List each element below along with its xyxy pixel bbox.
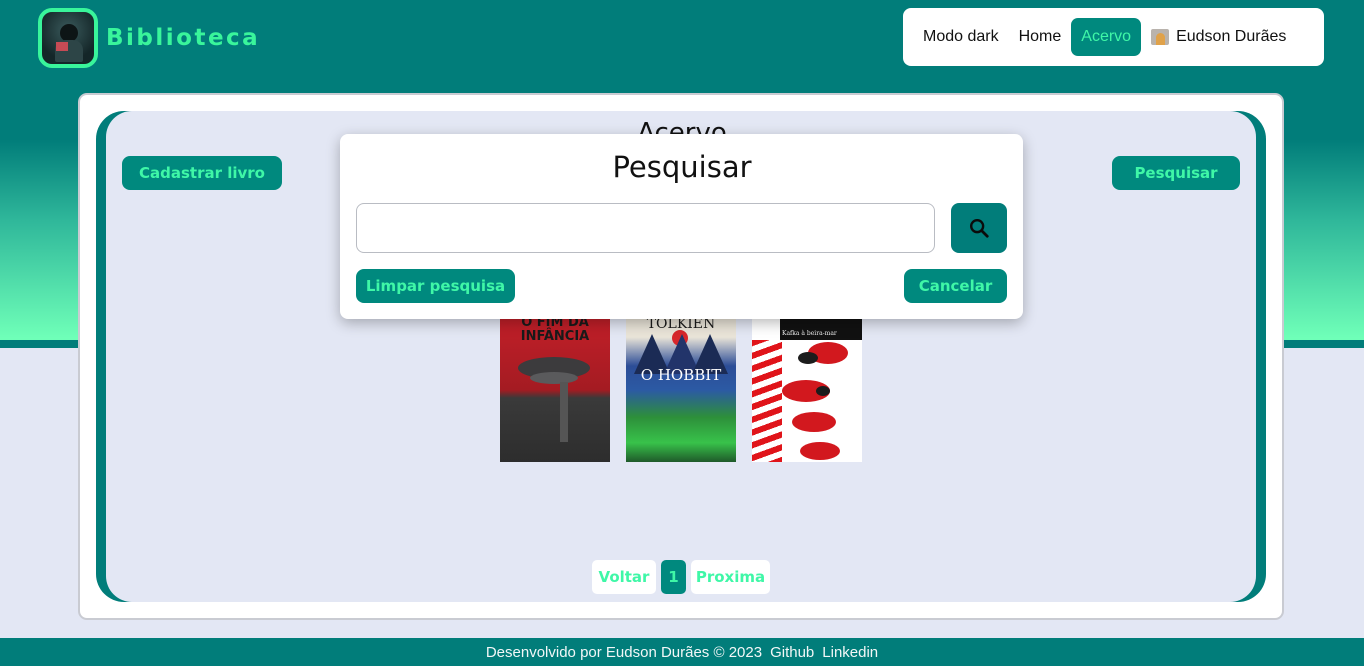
book-cover-title: O HOBBIT [640, 366, 722, 384]
nav-item-label: Eudson Durães [1176, 28, 1287, 45]
footer-link-github[interactable]: Github [770, 644, 814, 661]
search-input[interactable] [356, 203, 935, 253]
reader-avatar-icon [38, 8, 98, 68]
nav-item-acervo[interactable]: Acervo [1071, 18, 1142, 56]
pagination-current-page[interactable]: 1 [661, 560, 686, 594]
book-cover[interactable]: O FIM DA INFÂNCIA [500, 302, 610, 462]
search-modal-title: Pesquisar [612, 150, 752, 184]
nav-item-home[interactable]: Home [1009, 18, 1072, 56]
search-submit-button[interactable] [951, 203, 1007, 253]
clear-search-button[interactable]: Limpar pesquisa [356, 269, 515, 303]
brand-name: Biblioteca [106, 25, 261, 51]
book-cover[interactable]: Kafka à beira-mar [752, 302, 862, 462]
search-icon [970, 219, 989, 238]
pagination-prev-button[interactable]: Voltar [592, 560, 656, 594]
nav-item-dark-mode[interactable]: Modo dark [913, 18, 1009, 56]
footer-link-linkedin[interactable]: Linkedin [822, 644, 878, 661]
footer: Desenvolvido por Eudson Durães © 2023 Gi… [0, 638, 1364, 666]
nav-item-user[interactable]: Eudson Durães [1141, 18, 1296, 56]
nav-bar: Modo dark Home Acervo Eudson Durães [903, 8, 1324, 66]
brand[interactable]: Biblioteca [38, 8, 260, 68]
nav-item-label: Modo dark [923, 28, 999, 45]
nav-item-label: Home [1018, 28, 1062, 45]
book-cover-title: Kafka à beira-mar [782, 330, 837, 337]
user-avatar-icon [1151, 29, 1170, 45]
footer-text: Desenvolvido por Eudson Durães © 2023 [485, 643, 763, 661]
book-cover-title: O FIM DA INFÂNCIA [520, 315, 590, 344]
pagination-next-button[interactable]: Proxima [691, 560, 770, 594]
nav-item-label: Acervo [1081, 28, 1132, 45]
cancel-button[interactable]: Cancelar [904, 269, 1007, 303]
book-cover[interactable]: TOLKIEN O HOBBIT [626, 302, 736, 462]
